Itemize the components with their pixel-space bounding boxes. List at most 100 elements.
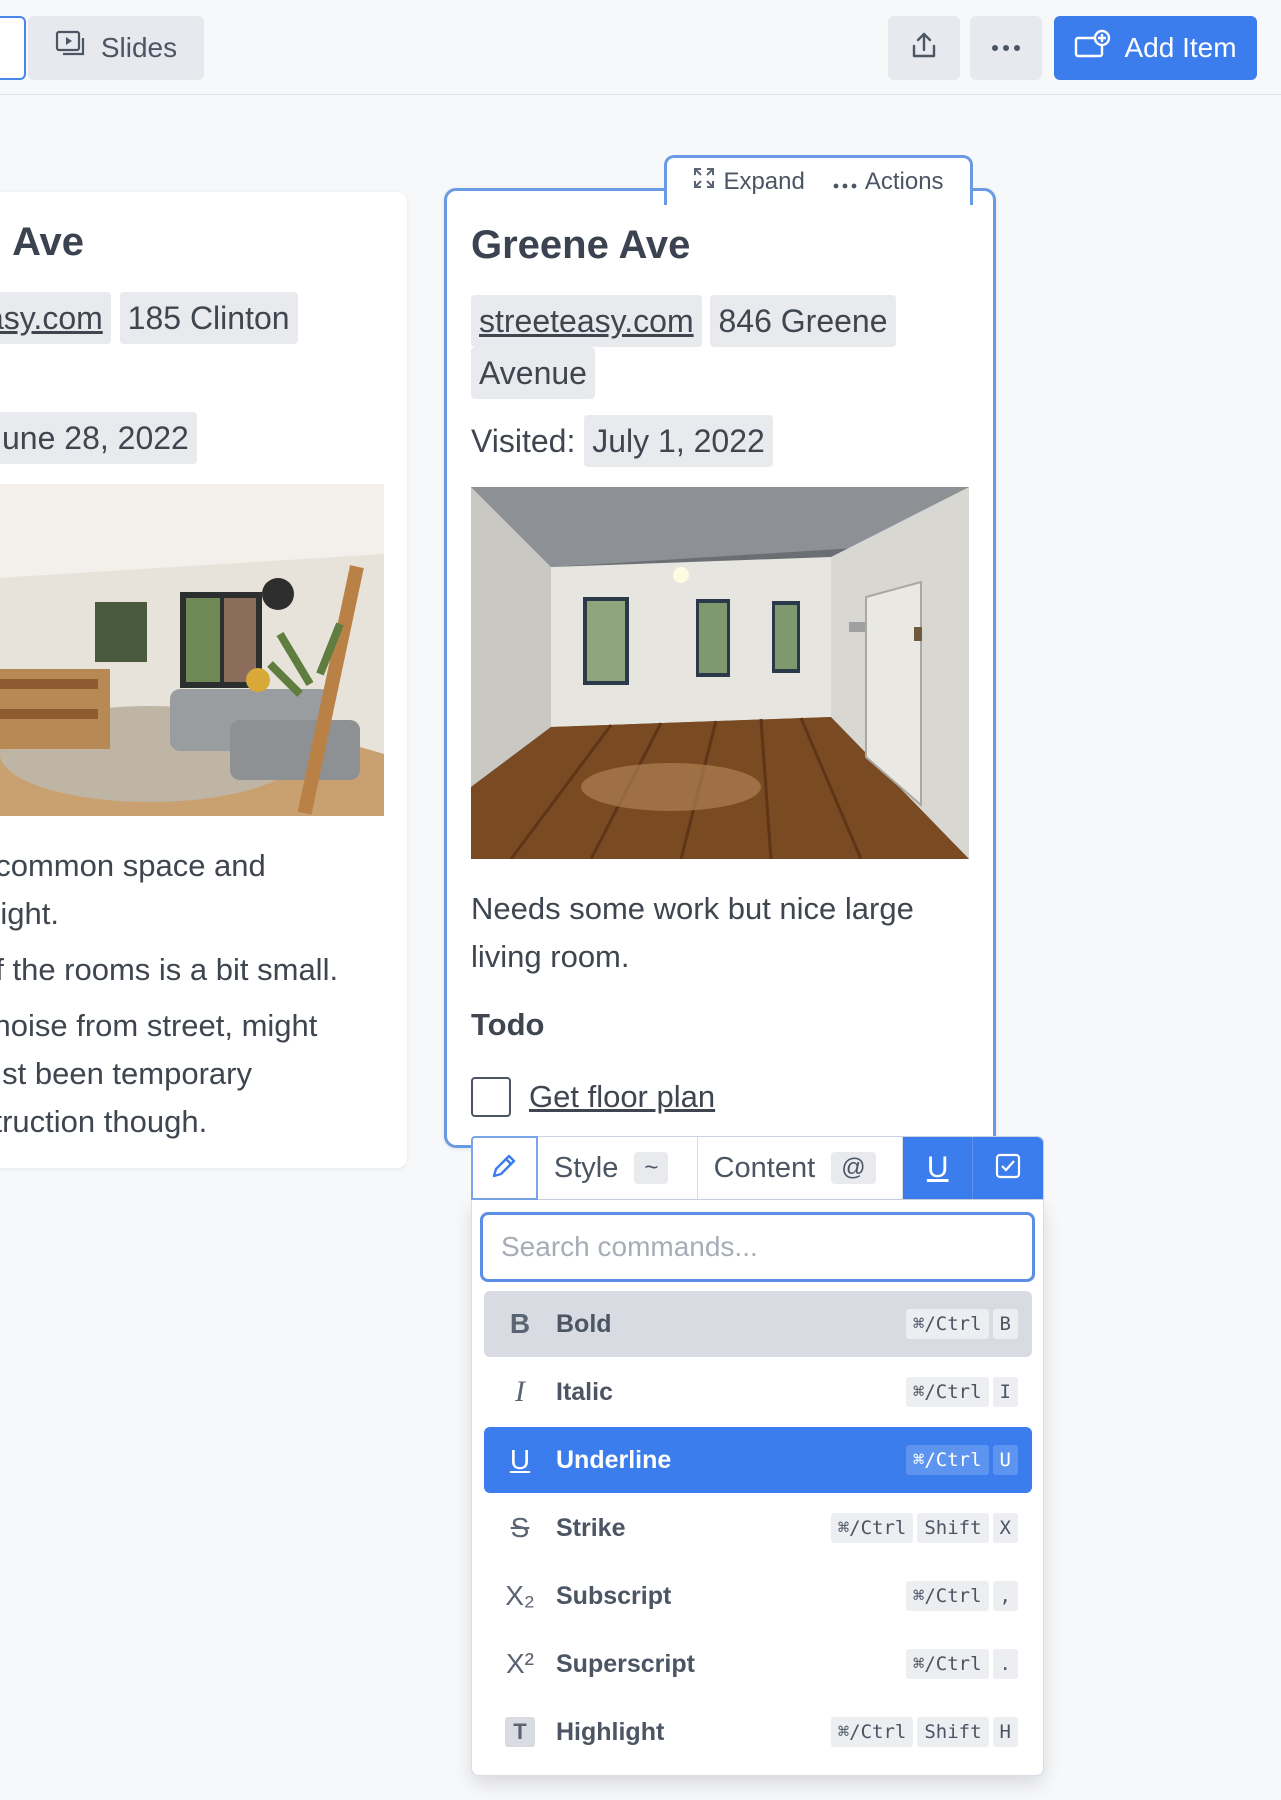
command-bold[interactable]: B Bold ⌘/Ctrl B [484,1291,1032,1357]
visited-row: Visited: July 1, 2022 [471,415,773,467]
search-commands-input[interactable] [480,1212,1035,1282]
card-greene-ave[interactable]: Greene Ave streeteasy.com 846 Greene Ave… [444,188,996,1148]
note-line: l noise from street, might [0,1008,318,1043]
shortcut-keys: ⌘/Ctrl U [905,1445,1018,1475]
shortcut-keys: ⌘/Ctrl I [905,1377,1018,1407]
content-menu-button[interactable]: Content @ [698,1137,904,1199]
tab-border-cover [667,203,970,213]
command-label: Italic [556,1377,613,1406]
command-highlight[interactable]: T Highlight ⌘/Ctrl Shift H [484,1699,1032,1765]
add-item-label: Add Item [1124,32,1237,63]
style-shortcut: ~ [634,1152,669,1184]
content-label: Content [713,1151,816,1184]
key-modifier: ⌘/Ctrl [905,1309,989,1339]
shortcut-keys: ⌘/Ctrl . [905,1649,1018,1679]
bold-icon: B [509,1308,531,1339]
command-label: Underline [556,1445,672,1474]
todo-label[interactable]: Get floor plan [529,1079,715,1115]
command-italic[interactable]: I Italic ⌘/Ctrl I [484,1359,1032,1425]
checkbox-toggle[interactable] [973,1137,1043,1199]
todo-checkbox[interactable] [471,1077,511,1117]
underline-toggle[interactable]: U [903,1137,974,1199]
listing-link[interactable]: asy.com [0,292,111,344]
card-title: Greene Ave [471,223,691,267]
checkbox-icon [994,1152,1022,1185]
command-label: Bold [556,1309,612,1338]
style-label: Style [553,1151,619,1184]
shortcut-keys: ⌘/Ctrl , [905,1581,1018,1611]
listing-link[interactable]: streeteasy.com [471,295,702,347]
view-toggle-edge[interactable] [0,16,26,80]
address-chip: 846 Greene [710,295,896,347]
content-shortcut: @ [831,1152,876,1184]
description-line: Needs some work but nice large [471,891,914,926]
note-line: t common space and [0,848,266,883]
visited-date: June 28, 2022 [0,412,197,464]
key: Shift [917,1513,989,1543]
command-subscript[interactable]: X₂ Subscript ⌘/Ctrl , [484,1563,1032,1629]
edit-button[interactable] [471,1136,538,1200]
command-underline[interactable]: U Underline ⌘/Ctrl U [484,1427,1032,1493]
todo-heading: Todo [471,1007,545,1042]
card-notes: t common space and l light. of the rooms… [0,842,338,1146]
address-chip-continued: Avenue [471,347,595,399]
command-label: Strike [556,1513,626,1542]
strikethrough-icon: S [510,1512,530,1543]
address-chip: 185 Clinton [119,292,298,344]
key: B [992,1309,1018,1339]
command-label: Superscript [556,1649,695,1678]
highlight-glyph: T [505,1717,535,1747]
card-address-row: asy.com 185 Clinton [0,292,298,344]
share-icon [908,30,940,67]
key: Shift [917,1717,989,1747]
command-strike[interactable]: S Strike ⌘/Ctrl Shift X [484,1495,1032,1561]
expand-icon [693,167,715,196]
expand-label: Expand [723,167,805,195]
apartment-photo[interactable] [471,487,969,859]
command-label: Highlight [556,1717,665,1746]
add-item-button[interactable]: Add Item [1054,16,1257,80]
shortcut-keys: ⌘/Ctrl Shift X [830,1513,1018,1543]
apartment-photo[interactable] [0,484,384,816]
card-description: Needs some work but nice large living ro… [471,885,914,981]
key: . [992,1649,1018,1679]
key: I [992,1377,1018,1407]
key: X [992,1513,1018,1543]
note-line: struction though. [0,1104,208,1139]
key: U [992,1445,1018,1475]
more-button[interactable] [970,16,1042,80]
more-icon [833,168,857,196]
italic-icon: I [515,1375,525,1408]
highlight-icon: T [498,1717,542,1747]
key-modifier: ⌘/Ctrl [830,1717,914,1747]
command-label: Subscript [556,1581,672,1610]
actions-button[interactable]: Actions [833,168,944,196]
note-line: just been temporary [0,1056,252,1091]
card-address-row: streeteasy.com 846 Greene Avenue [471,295,941,399]
key-modifier: ⌘/Ctrl [905,1445,989,1475]
note-line: of the rooms is a bit small. [0,952,339,987]
slides-icon [55,30,87,67]
card-title: n Ave [0,220,84,264]
pencil-icon [490,1152,518,1185]
command-superscript[interactable]: X² Superscript ⌘/Ctrl . [484,1631,1032,1697]
slides-button[interactable]: Slides [28,16,204,80]
format-toolbar: Style ~ Content @ U [471,1136,1044,1200]
expand-button[interactable]: Expand [693,167,805,196]
command-palette: B Bold ⌘/Ctrl B I Italic ⌘/Ctrl I U Unde… [471,1200,1044,1776]
card-clinton-ave[interactable]: n Ave asy.com 185 Clinton June 28, 2022 [0,192,407,1168]
actions-label: Actions [864,167,944,195]
description-line: living room. [471,939,630,974]
slides-label: Slides [100,32,178,63]
style-menu-button[interactable]: Style ~ [538,1137,698,1199]
more-icon [990,39,1022,57]
shortcut-keys: ⌘/Ctrl B [905,1309,1018,1339]
visited-label: Visited: [471,423,576,459]
card-tab-bar: Expand Actions [664,155,973,213]
share-button[interactable] [888,16,960,80]
visited-row: June 28, 2022 [0,412,197,464]
superscript-icon: X² [506,1648,534,1679]
key-modifier: ⌘/Ctrl [905,1649,989,1679]
key-modifier: ⌘/Ctrl [905,1377,989,1407]
add-card-icon [1074,29,1112,68]
